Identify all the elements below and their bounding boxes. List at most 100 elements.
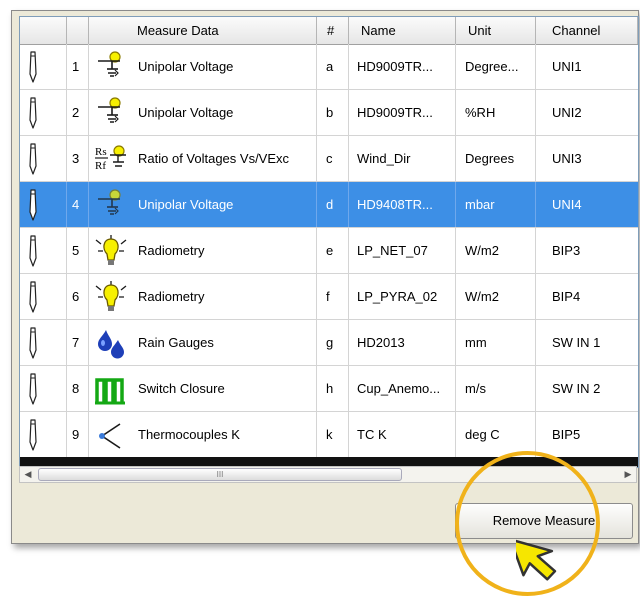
header-measure-data[interactable]: Measure Data	[89, 17, 317, 44]
column-divider	[535, 136, 536, 181]
column-divider	[535, 412, 536, 457]
column-divider	[88, 228, 89, 273]
column-divider	[88, 90, 89, 135]
row-number: 5	[72, 243, 80, 258]
column-divider	[66, 228, 67, 273]
measure-channel: SW IN 2	[552, 381, 601, 396]
measure-letter: c	[326, 151, 333, 166]
measure-unit: m/s	[465, 381, 486, 396]
pen-icon[interactable]	[27, 188, 39, 225]
column-divider	[455, 320, 456, 365]
pen-icon[interactable]	[27, 142, 39, 179]
measure-unit: W/m2	[465, 289, 499, 304]
measure-name: HD9009TR...	[357, 105, 433, 120]
svg-text:Rs: Rs	[95, 146, 107, 158]
column-divider	[348, 44, 349, 89]
ratio-voltages-icon: Rs Rf	[94, 142, 128, 176]
table-header: Measure Data # Name Unit Channel	[20, 17, 638, 45]
svg-text:Rf: Rf	[95, 160, 106, 172]
table-row[interactable]: 8 Switch Closure h Cup_Anemo... m/s SW IN 2	[20, 366, 638, 412]
thermocouple-icon	[94, 418, 128, 452]
pen-icon[interactable]	[27, 326, 39, 363]
scroll-left-icon[interactable]: ◀	[20, 467, 36, 482]
pen-icon[interactable]	[27, 234, 39, 271]
measure-type: Unipolar Voltage	[138, 59, 234, 74]
table-row[interactable]: 2 Unipolar Voltage b HD9009TR... %RH UNI2	[20, 90, 638, 136]
measure-type: Radiometry	[138, 243, 205, 258]
header-name[interactable]: Name	[349, 17, 456, 44]
row-number: 8	[72, 381, 80, 396]
radiometry-bulb-icon	[94, 280, 128, 314]
measure-type: Rain Gauges	[138, 335, 214, 350]
column-divider	[66, 182, 67, 227]
measure-letter: k	[326, 427, 333, 442]
row-number: 4	[72, 197, 80, 212]
pen-icon[interactable]	[27, 50, 39, 87]
column-divider	[88, 274, 89, 319]
unipolar-voltage-icon	[94, 96, 128, 130]
column-divider	[348, 90, 349, 135]
measure-channel: UNI1	[552, 59, 582, 74]
column-divider	[88, 182, 89, 227]
measure-type: Unipolar Voltage	[138, 197, 234, 212]
measure-type: Thermocouples K	[138, 427, 240, 442]
column-divider	[535, 320, 536, 365]
pen-icon[interactable]	[27, 96, 39, 133]
scroll-right-icon[interactable]: ▶	[620, 467, 636, 482]
pen-icon	[29, 143, 37, 175]
measure-channel: UNI3	[552, 151, 582, 166]
column-divider	[455, 274, 456, 319]
rain-drops-icon	[94, 326, 128, 360]
column-divider	[316, 412, 317, 457]
row-number: 7	[72, 335, 80, 350]
column-divider	[66, 136, 67, 181]
column-divider	[535, 44, 536, 89]
row-number: 1	[72, 59, 80, 74]
measure-letter: e	[326, 243, 334, 258]
column-divider	[455, 412, 456, 457]
measure-name: LP_PYRA_02	[357, 289, 438, 304]
table-row[interactable]: 7 Rain Gauges g HD2013 mm SW IN 1	[20, 320, 638, 366]
table-row[interactable]: 9 Thermocouples Kk TC Kdeg C BIP5	[20, 412, 638, 458]
pen-icon[interactable]	[27, 372, 39, 409]
table-row[interactable]: 3 Rs Rf Ratio of Voltages Vs/VExc c Wind_Dir D…	[20, 136, 638, 182]
column-divider	[348, 274, 349, 319]
row-number: 9	[72, 427, 80, 442]
pen-icon	[29, 235, 37, 267]
pen-icon	[29, 327, 37, 359]
column-divider	[348, 412, 349, 457]
measure-type: Unipolar Voltage	[138, 105, 234, 120]
measure-letter: h	[326, 381, 334, 396]
pen-icon[interactable]	[27, 280, 39, 317]
table-row[interactable]: 5 Radiometry e LP_NET_07 W/m2 BIP3	[20, 228, 638, 274]
measure-name: HD9408TR...	[357, 197, 433, 212]
column-divider	[88, 366, 89, 411]
column-divider	[348, 228, 349, 273]
column-divider	[316, 90, 317, 135]
measure-unit: Degrees	[465, 151, 515, 166]
header-unit[interactable]: Unit	[456, 17, 536, 44]
header-pen-col[interactable]	[20, 17, 67, 44]
table-row[interactable]: 1 Unipolar Voltage a HD9009TR... Degree... UN…	[20, 44, 638, 90]
column-divider	[348, 136, 349, 181]
header-channel[interactable]: Channel	[536, 17, 638, 44]
pointer-cursor-icon	[516, 538, 557, 581]
measure-channel: UNI4	[552, 197, 582, 212]
pen-icon[interactable]	[27, 418, 39, 455]
column-divider	[88, 44, 89, 89]
header-hash[interactable]: #	[317, 17, 349, 44]
column-divider	[88, 412, 89, 457]
table-row[interactable]: 6 Radiometry f LP_PYRA_02 W/m2 BIP4	[20, 274, 638, 320]
column-divider	[455, 228, 456, 273]
scrollbar-thumb[interactable]: III	[38, 468, 402, 481]
column-divider	[455, 44, 456, 89]
column-divider	[66, 90, 67, 135]
switch-closure-icon	[94, 372, 128, 406]
measure-channel: BIP5	[552, 427, 581, 442]
header-index-col[interactable]	[67, 17, 89, 44]
row-number: 2	[72, 105, 80, 120]
measure-letter: a	[326, 59, 334, 74]
table-row[interactable]: 4 Unipolar Voltage d HD9408TR... mbar UNI4	[20, 182, 638, 228]
measure-letter: b	[326, 105, 334, 120]
measure-channel: UNI2	[552, 105, 582, 120]
